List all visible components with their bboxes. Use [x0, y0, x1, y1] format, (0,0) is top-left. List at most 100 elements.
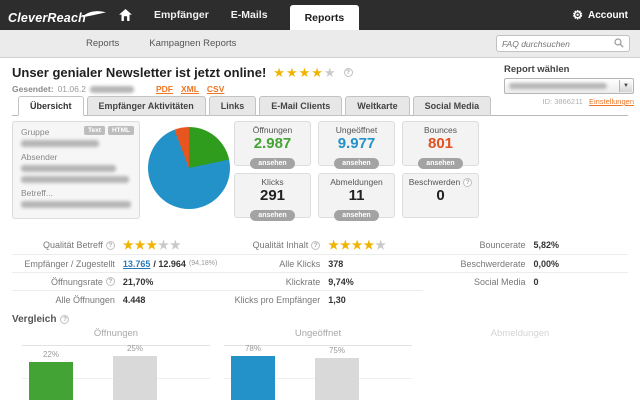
sent-date: 01.06.2	[57, 84, 86, 94]
stat-box-value: 801	[427, 135, 454, 152]
info-icon[interactable]: ?	[105, 277, 115, 286]
stat-box-value: 11	[348, 187, 365, 204]
export-link-pdf[interactable]: PDF	[156, 84, 173, 94]
stat-box-öffnungen: Öffnungen 2.987 ansehen	[234, 121, 311, 169]
select-arrow-icon[interactable]: ▼	[619, 80, 632, 92]
star-rating: ★ ★ ★ ★ ★	[273, 66, 336, 79]
detail-row: Qualität Inhalt? ★ ★ ★ ★ ★	[217, 236, 422, 254]
comparison-chart-öffnungen: Öffnungen 22% 25%	[22, 328, 210, 400]
tab-übersicht[interactable]: Übersicht	[18, 96, 84, 116]
detail-row: Beschwerderate 0,00%	[422, 254, 628, 272]
detail-value: 21,70%	[122, 276, 154, 287]
ansehen-button[interactable]: ansehen	[250, 210, 295, 221]
tab-e-mail-clients[interactable]: E-Mail Clients	[259, 96, 343, 116]
stat-box-label: Ungeöffnet	[335, 125, 378, 135]
account-menu[interactable]: ⚙ Account	[572, 9, 628, 21]
redacted-line	[21, 176, 129, 183]
chart-plot	[426, 345, 614, 400]
detail-label: Alle Klicks	[279, 258, 321, 269]
detail-row: Öffnungsrate? 21,70%	[12, 272, 218, 290]
newsletter-rating: ★ ★ ★ ★ ★	[273, 66, 336, 79]
content: Unser genialer Newsletter ist jetzt onli…	[0, 58, 640, 400]
detail-value: 9,74%	[328, 276, 354, 287]
detail-label: Social Media	[474, 276, 526, 287]
detail-column: Bouncerate 5,82% Beschwerderate 0,00% Social…	[422, 236, 628, 308]
tab-links[interactable]: Links	[208, 96, 257, 116]
logo-swoosh-icon	[81, 6, 106, 24]
star-icon: ★	[311, 65, 323, 80]
star-icon: ★	[363, 238, 375, 252]
comparison-chart-abmeldungen: Abmeldungen	[426, 328, 614, 400]
tab-weltkarte[interactable]: Weltkarte	[345, 96, 410, 116]
format-badge-text: Text	[84, 126, 105, 135]
chart-bar	[29, 362, 73, 400]
star-icon: ★	[339, 238, 351, 252]
stat-box-value: 291	[259, 187, 286, 204]
info-icon[interactable]: ?	[311, 240, 321, 250]
stat-box-abmeldungen: Abmeldungen 11 ansehen	[318, 173, 395, 221]
detail-row: Alle Klicks 378	[217, 254, 423, 272]
info-icon[interactable]: ?	[105, 240, 115, 250]
subnav-item-kampagnen-reports[interactable]: Kampagnen Reports	[149, 38, 236, 49]
page: CleverReach Empfänger E-Mails Reports ⚙ Ac…	[0, 0, 640, 400]
detail-label: Alle Öffnungen	[55, 294, 115, 305]
chart-bar	[231, 356, 275, 400]
detail-label: Öffnungsrate?	[12, 277, 123, 287]
stat-boxes: Öffnungen 2.987 ansehen Ungeöffnet 9.977 anse…	[234, 121, 479, 221]
star-icon: ★	[146, 238, 158, 252]
topnav-item-reports[interactable]: Reports	[289, 5, 360, 30]
topnav-item-empfänger[interactable]: Empfänger	[154, 9, 209, 21]
ansehen-button[interactable]: ansehen	[334, 158, 379, 169]
settings-link[interactable]: Einstellungen	[589, 97, 634, 106]
export-link-csv[interactable]: CSV	[207, 84, 224, 94]
star-icon: ★	[134, 238, 146, 252]
topnav-items: Empfänger E-Mails Reports	[132, 0, 360, 30]
report-select[interactable]: ▼	[504, 78, 634, 94]
chart-title: Ungeöffnet	[294, 328, 342, 339]
tab-social-media[interactable]: Social Media	[412, 96, 492, 116]
export-link-xml[interactable]: XML	[181, 84, 199, 94]
detail-label: Qualität Inhalt?	[217, 240, 328, 250]
ansehen-button[interactable]: ansehen	[334, 210, 379, 221]
subnav-item-reports[interactable]: Reports	[86, 38, 119, 49]
star-icon: ★	[285, 65, 298, 80]
comparison-title: Vergleich	[12, 314, 57, 325]
detail-value-link[interactable]: 13.765	[123, 259, 151, 269]
info-field-label: Absender	[21, 152, 58, 162]
cleverreach-logo[interactable]: CleverReach	[8, 6, 106, 25]
faq-search-input[interactable]	[502, 38, 614, 49]
report-picker-label: Report wählen	[504, 64, 570, 75]
sent-label: Gesendet:	[12, 84, 54, 94]
logo-text: CleverReach	[8, 10, 86, 25]
chart-plot: 22% 25%	[22, 344, 210, 400]
bar-label: 22%	[42, 350, 59, 359]
redacted-value	[21, 201, 131, 208]
redacted-line	[21, 201, 131, 208]
stat-box-beschwerden: Beschwerden? 0	[402, 173, 479, 218]
tab-empfänger-aktivitäten[interactable]: Empfänger Aktivitäten	[86, 96, 206, 116]
detail-row: Klickrate 9,74%	[217, 272, 423, 290]
ansehen-button[interactable]: ansehen	[250, 158, 295, 169]
rating-info-icon[interactable]: ?	[343, 68, 353, 77]
ansehen-button[interactable]: ansehen	[418, 158, 463, 169]
comparison-info-icon[interactable]: ?	[60, 315, 70, 324]
stat-box-label: Abmeldungen	[330, 177, 383, 187]
info-icon[interactable]: ?	[463, 177, 473, 187]
page-title: Unser genialer Newsletter ist jetzt onli…	[12, 65, 267, 80]
detail-row: Bouncerate 5,82%	[423, 236, 628, 254]
detail-value-note: (94,18%)	[188, 260, 218, 267]
sent-date-redacted	[89, 85, 134, 93]
topnav-item-e-mails[interactable]: E-Mails	[231, 9, 268, 21]
bar-label: 78%	[244, 344, 261, 353]
comparison-charts: Öffnungen 22% 25% Ungeöffnet 78% 75% Abmeldung…	[12, 328, 628, 400]
detail-row: Klicks pro Empfänger 1,30	[217, 290, 423, 308]
home-icon[interactable]	[119, 9, 132, 21]
star-icon: ★	[169, 238, 181, 252]
detail-label: Klicks pro Empfänger	[234, 294, 321, 305]
newsletter-info-card: Text HTML Gruppe Absender Betreff...	[12, 121, 140, 219]
star-rating: ★ ★ ★ ★ ★	[123, 239, 182, 251]
detail-label: Qualität Betreff?	[12, 240, 123, 250]
delivery-pie-chart	[148, 127, 230, 209]
bar-label: 75%	[328, 346, 345, 355]
star-icon: ★	[375, 238, 387, 252]
